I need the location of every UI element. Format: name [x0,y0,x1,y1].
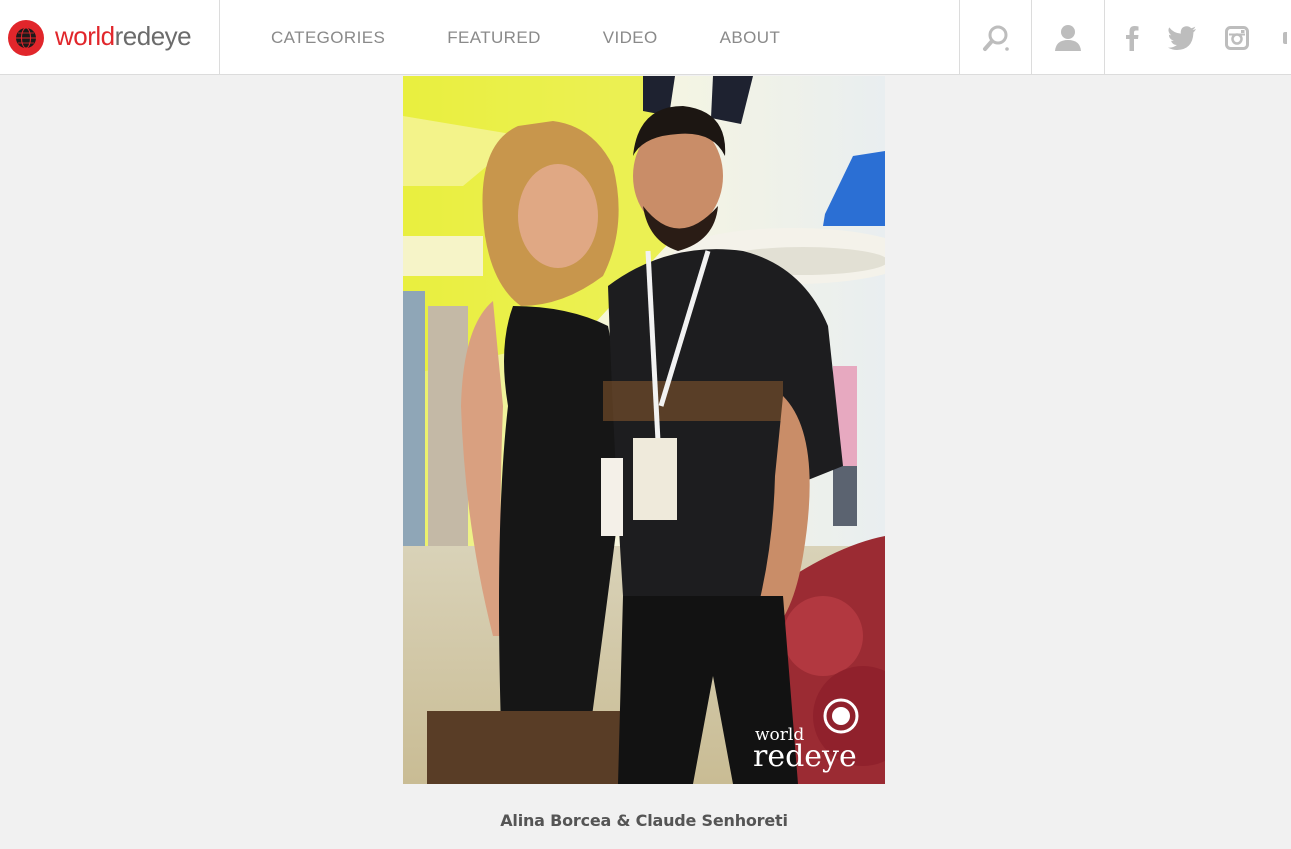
photo-caption: Alina Borcea & Claude Senhoreti [500,811,788,830]
site-logo[interactable]: worldredeye [0,0,220,75]
nav-video[interactable]: VIDEO [603,28,658,48]
photo-scene: world redeye [403,76,885,784]
facebook-icon [1126,25,1139,51]
more-social-link[interactable] [1277,26,1287,50]
nav-featured[interactable]: FEATURED [447,28,541,48]
twitter-icon [1168,25,1196,50]
logo-world: world [55,20,115,51]
event-photo[interactable]: world redeye [403,76,885,784]
main-nav: CATEGORIES FEATURED VIDEO ABOUT [240,0,811,75]
instagram-link[interactable] [1225,25,1249,50]
site-header: worldredeye CATEGORIES FEATURED VIDEO AB… [0,0,1291,75]
watermark-line2: redeye [753,739,857,774]
nav-categories[interactable]: CATEGORIES [271,28,385,48]
logo-redeye: redeye [114,20,192,51]
twitter-link[interactable] [1167,25,1197,50]
nav-about[interactable]: ABOUT [720,28,781,48]
instagram-icon [1225,25,1249,50]
facebook-link[interactable] [1125,25,1139,51]
user-icon [1054,24,1081,51]
search-icon [982,25,1009,51]
search-button[interactable] [959,0,1031,75]
account-button[interactable] [1031,0,1103,75]
globe-icon [8,19,44,56]
social-links [1104,0,1291,75]
logo-wordmark: worldredeye [55,20,192,53]
partial-social-icon [1283,31,1287,44]
